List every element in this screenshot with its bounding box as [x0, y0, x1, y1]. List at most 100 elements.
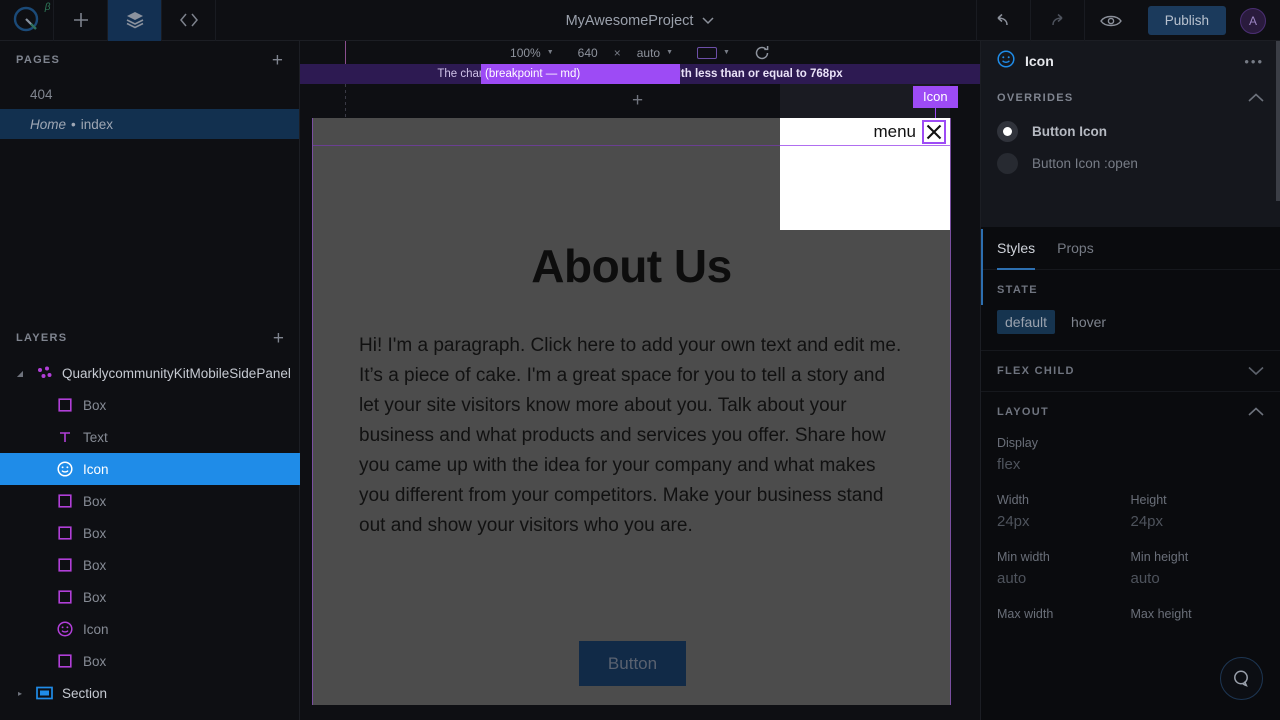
box-icon — [56, 556, 74, 574]
page-title[interactable]: MyAwesomeProject — [566, 13, 694, 29]
state-option-default[interactable]: default — [997, 310, 1056, 334]
field-label-display: Display — [997, 436, 1038, 450]
layer-row[interactable]: Box — [0, 581, 300, 613]
overrides-section-header[interactable]: OVERRIDES — [981, 81, 1280, 115]
publish-button[interactable]: Publish — [1147, 6, 1226, 35]
pages-section-header: PAGES + — [0, 41, 299, 79]
avatar[interactable]: A — [1240, 7, 1266, 34]
layers-section: LAYERS + ◢ QuarklycommunityKitMobileSide… — [0, 319, 300, 709]
smiley-icon — [56, 620, 74, 638]
layer-row[interactable]: Box — [0, 645, 300, 677]
box-icon — [56, 588, 74, 606]
layout-group: LAYOUT Display flex Width 24px Height 24… — [981, 392, 1280, 627]
layer-label: Box — [83, 589, 107, 605]
tab-styles[interactable]: Styles — [997, 227, 1036, 270]
layer-row[interactable]: ◢ QuarklycommunityKitMobileSidePanel — [0, 357, 300, 389]
radio-unselected-icon — [997, 152, 1018, 174]
overrides-scrollbar[interactable] — [1276, 41, 1280, 201]
height-field: Height 24px — [1131, 493, 1265, 550]
page-item-home[interactable]: Home • index — [0, 109, 299, 139]
layout-fields: Display flex Width 24px Height 24px Min … — [981, 432, 1280, 627]
left-sidebar: PAGES + 404 Home • index LAYERS + ◢ Quar… — [0, 41, 300, 720]
layer-row-section[interactable]: ▸ Section — [0, 677, 300, 709]
right-properties-panel: Icon ••• OVERRIDES Button Icon Button Ic… — [980, 41, 1280, 720]
canvas-height-input[interactable]: auto ▼ — [625, 46, 685, 60]
field-label-min-width: Min width — [997, 550, 1050, 564]
field-value-min-width[interactable]: auto — [997, 570, 1131, 587]
layout-group-header[interactable]: LAYOUT — [981, 392, 1280, 432]
layers-icon[interactable] — [108, 0, 162, 41]
chevron-down-icon — [702, 16, 714, 24]
radio-selected-icon — [997, 120, 1018, 142]
height-value: auto — [636, 45, 661, 60]
about-paragraph: Hi! I'm a paragraph. Click here to add y… — [359, 335, 902, 536]
box-icon — [56, 652, 74, 670]
layer-row[interactable]: Box — [0, 485, 300, 517]
quarkly-logo-icon[interactable]: β — [0, 0, 54, 41]
override-item-button-icon-open[interactable]: Button Icon :open — [981, 147, 1280, 179]
beta-label: β — [44, 2, 51, 13]
flex-child-group: FLEX CHILD — [981, 351, 1280, 392]
field-label-max-width: Max width — [997, 607, 1054, 621]
layer-row[interactable]: Text — [0, 421, 300, 453]
redo-icon[interactable] — [1029, 0, 1084, 41]
field-label-max-height: Max height — [1130, 607, 1192, 621]
add-block-button[interactable]: + — [632, 90, 643, 112]
active-section-marker — [981, 229, 983, 305]
field-value-height[interactable]: 24px — [1131, 513, 1265, 530]
disclosure-triangle-icon[interactable]: ▸ — [14, 689, 26, 698]
cta-button[interactable]: Button — [579, 641, 686, 686]
state-heading: STATE — [997, 284, 1038, 296]
field-value-width[interactable]: 24px — [997, 513, 1131, 530]
override-item-button-icon[interactable]: Button Icon — [981, 115, 1280, 147]
canvas-guide-line — [345, 41, 346, 64]
viewport-rect-icon — [697, 46, 718, 59]
chevron-up-icon — [1248, 89, 1264, 107]
viewport-preset-select[interactable]: ▼ — [685, 46, 742, 59]
selected-element-name: Icon — [1025, 53, 1054, 69]
field-value-display[interactable]: flex — [997, 456, 1264, 473]
more-options-icon[interactable]: ••• — [1244, 54, 1264, 69]
layer-row[interactable]: Icon — [0, 613, 300, 645]
add-page-button[interactable]: + — [272, 51, 283, 70]
selection-badge[interactable]: Icon — [913, 86, 958, 108]
help-chat-icon[interactable] — [1220, 657, 1263, 700]
section-icon — [35, 684, 53, 702]
undo-icon[interactable] — [975, 0, 1030, 41]
close-x-icon[interactable] — [922, 119, 946, 144]
add-layer-button[interactable]: + — [273, 329, 284, 348]
about-heading: About Us — [531, 240, 732, 292]
smiley-icon — [997, 49, 1015, 73]
code-icon[interactable] — [162, 0, 216, 41]
min-height-field: Min height auto — [1131, 550, 1265, 607]
tab-props[interactable]: Props — [1057, 227, 1094, 270]
layout-heading: LAYOUT — [997, 406, 1050, 418]
layer-row[interactable]: Box — [0, 389, 300, 421]
layers-heading: LAYERS — [16, 332, 68, 344]
plus-icon[interactable] — [54, 0, 108, 41]
chevron-down-icon — [1248, 362, 1264, 380]
field-value-min-height[interactable]: auto — [1131, 570, 1265, 587]
layer-row[interactable]: Box — [0, 517, 300, 549]
layer-row[interactable]: Box — [0, 549, 300, 581]
state-option-hover[interactable]: hover — [1063, 310, 1114, 334]
disclosure-triangle-icon[interactable]: ◢ — [14, 369, 26, 378]
refresh-icon[interactable] — [742, 45, 782, 61]
state-options: default hover — [981, 310, 1280, 350]
page-item-404[interactable]: 404 — [0, 79, 299, 109]
overrides-panel: Icon ••• OVERRIDES Button Icon Button Ic… — [981, 41, 1280, 227]
state-group-header: STATE — [981, 270, 1280, 310]
chevron-down-icon: ▼ — [723, 49, 730, 56]
layer-row-icon-selected[interactable]: Icon — [0, 453, 300, 485]
max-height-field: Max height — [1131, 607, 1265, 627]
canvas-width-input[interactable]: 640 — [566, 46, 610, 60]
dimension-separator: × — [613, 45, 621, 60]
page-label: index — [80, 116, 114, 132]
layer-label: Box — [83, 653, 107, 669]
zoom-control[interactable]: 100% ▼ — [498, 46, 566, 60]
flex-child-group-header[interactable]: FLEX CHILD — [981, 351, 1280, 391]
box-icon — [56, 492, 74, 510]
eye-icon[interactable] — [1083, 0, 1138, 41]
pages-heading: PAGES — [16, 54, 61, 66]
top-toolbar: β MyAwesomeProject Publish A — [0, 0, 1280, 41]
